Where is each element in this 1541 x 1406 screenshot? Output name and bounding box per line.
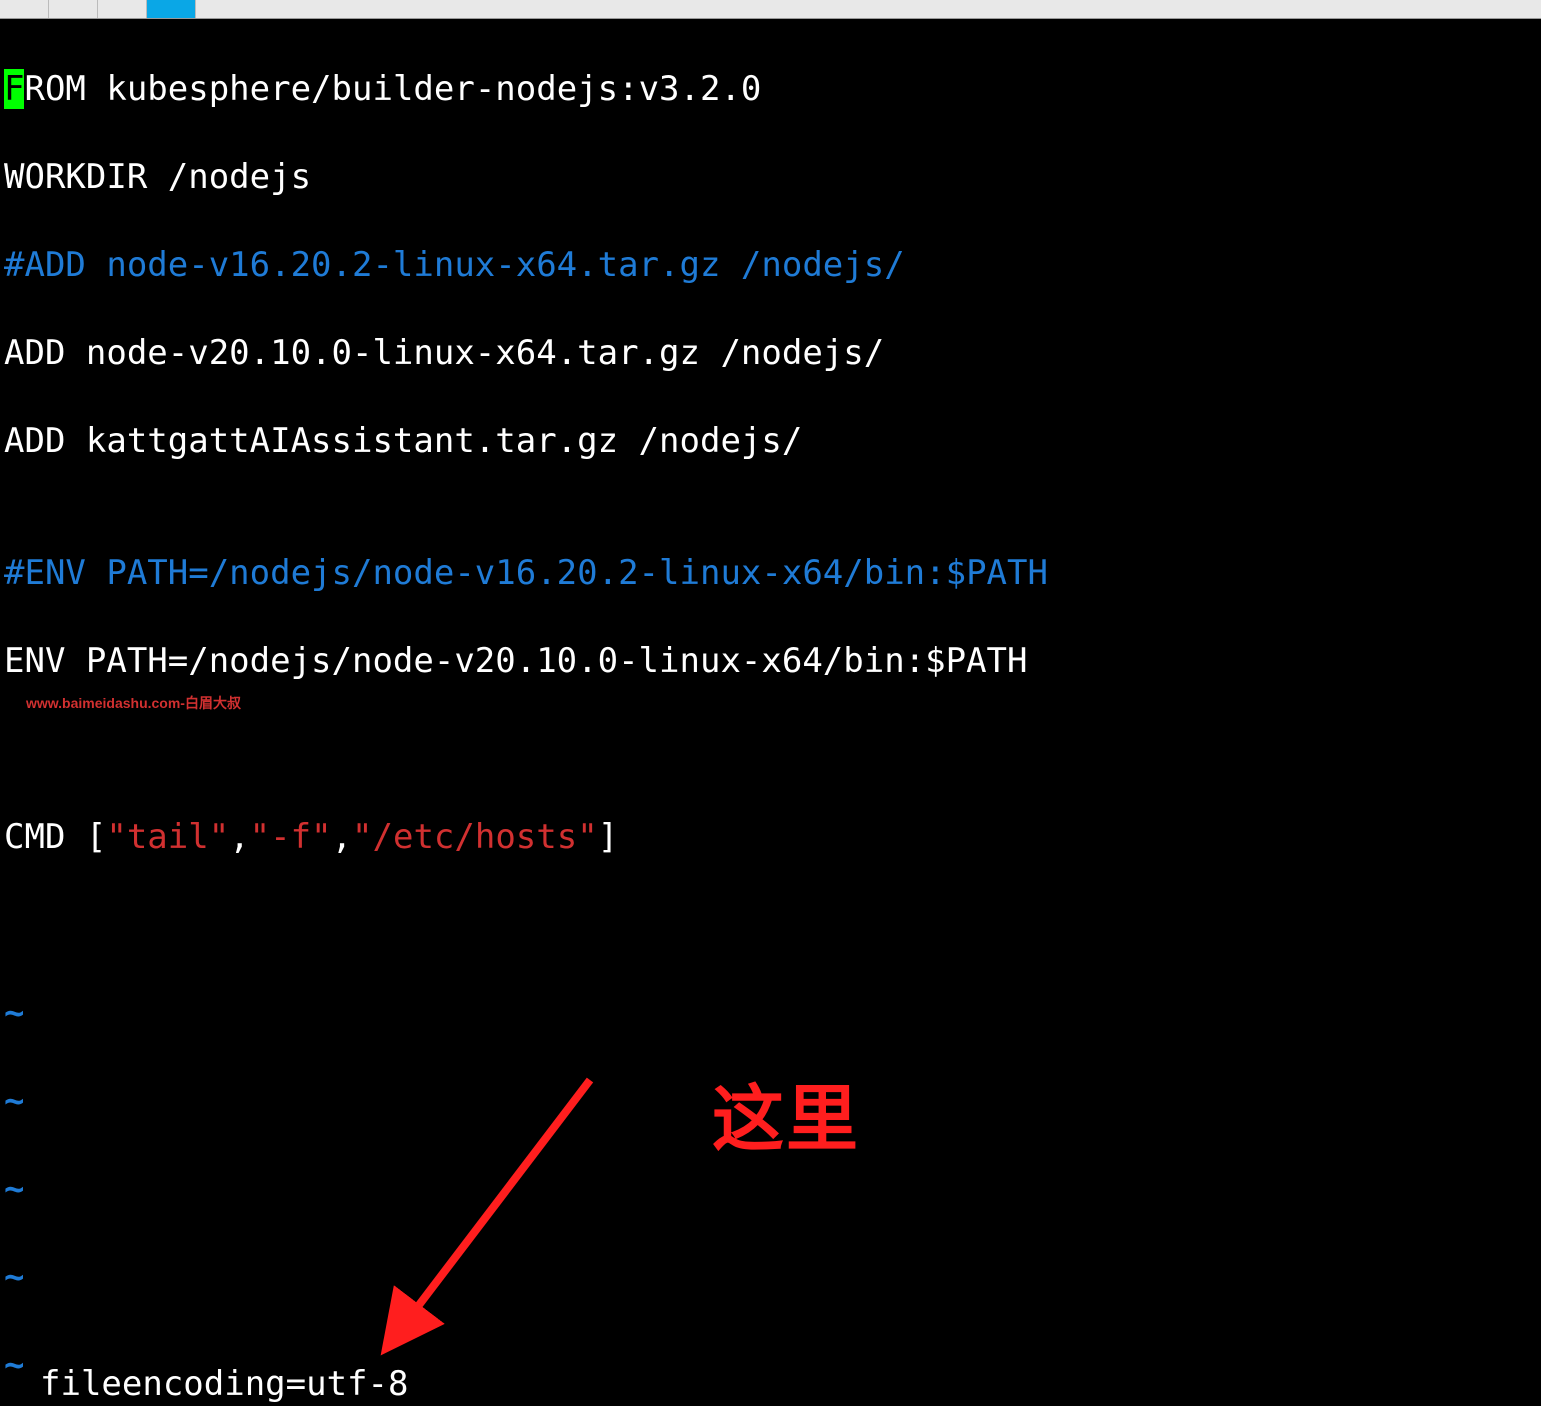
code-line-1: FROM kubesphere/builder-nodejs:v3.2.0	[4, 67, 1537, 111]
tilde-line: ~	[4, 1167, 1537, 1211]
cmd-open: CMD [	[4, 817, 106, 857]
tab-1[interactable]	[0, 0, 49, 18]
tilde-line: ~	[4, 991, 1537, 1035]
tilde-line: ~	[4, 1255, 1537, 1299]
terminal-tab-bar	[0, 0, 1541, 19]
code-line-5: ADD kattgattAIAssistant.tar.gz /nodejs/	[4, 419, 1537, 463]
watermark-text: www.baimeidashu.com-白眉大叔	[26, 693, 241, 713]
code-line-8: ENV PATH=/nodejs/node-v20.10.0-linux-x64…	[4, 639, 1537, 683]
status-text: fileencoding=utf-8	[40, 1364, 408, 1404]
tab-spacer	[196, 0, 1541, 18]
cmd-arg-3: "/etc/hosts"	[352, 817, 598, 857]
tab-2[interactable]	[49, 0, 98, 18]
cmd-close: ]	[598, 817, 618, 857]
code-line-11: CMD ["tail","-f","/etc/hosts"]	[4, 815, 1537, 859]
tab-active[interactable]	[147, 0, 196, 18]
cmd-arg-1: "tail"	[106, 817, 229, 857]
annotation-arrow-icon	[380, 1060, 640, 1360]
cmd-arg-2: "-f"	[250, 817, 332, 857]
code-line-4: ADD node-v20.10.0-linux-x64.tar.gz /node…	[4, 331, 1537, 375]
tilde-line: ~	[4, 1079, 1537, 1123]
cmd-sep-1: ,	[229, 817, 249, 857]
code-line-2: WORKDIR /nodejs	[4, 155, 1537, 199]
code-line-3: #ADD node-v16.20.2-linux-x64.tar.gz /nod…	[4, 243, 1537, 287]
blank-line	[4, 903, 1537, 947]
vim-status-line: fileencoding=utf-8	[0, 1362, 408, 1406]
code-line-1-rest: ROM kubesphere/builder-nodejs:v3.2.0	[24, 69, 761, 109]
code-line-7: #ENV PATH=/nodejs/node-v16.20.2-linux-x6…	[4, 551, 1537, 595]
tab-3[interactable]	[98, 0, 147, 18]
cursor: F	[4, 69, 24, 109]
cmd-sep-2: ,	[332, 817, 352, 857]
